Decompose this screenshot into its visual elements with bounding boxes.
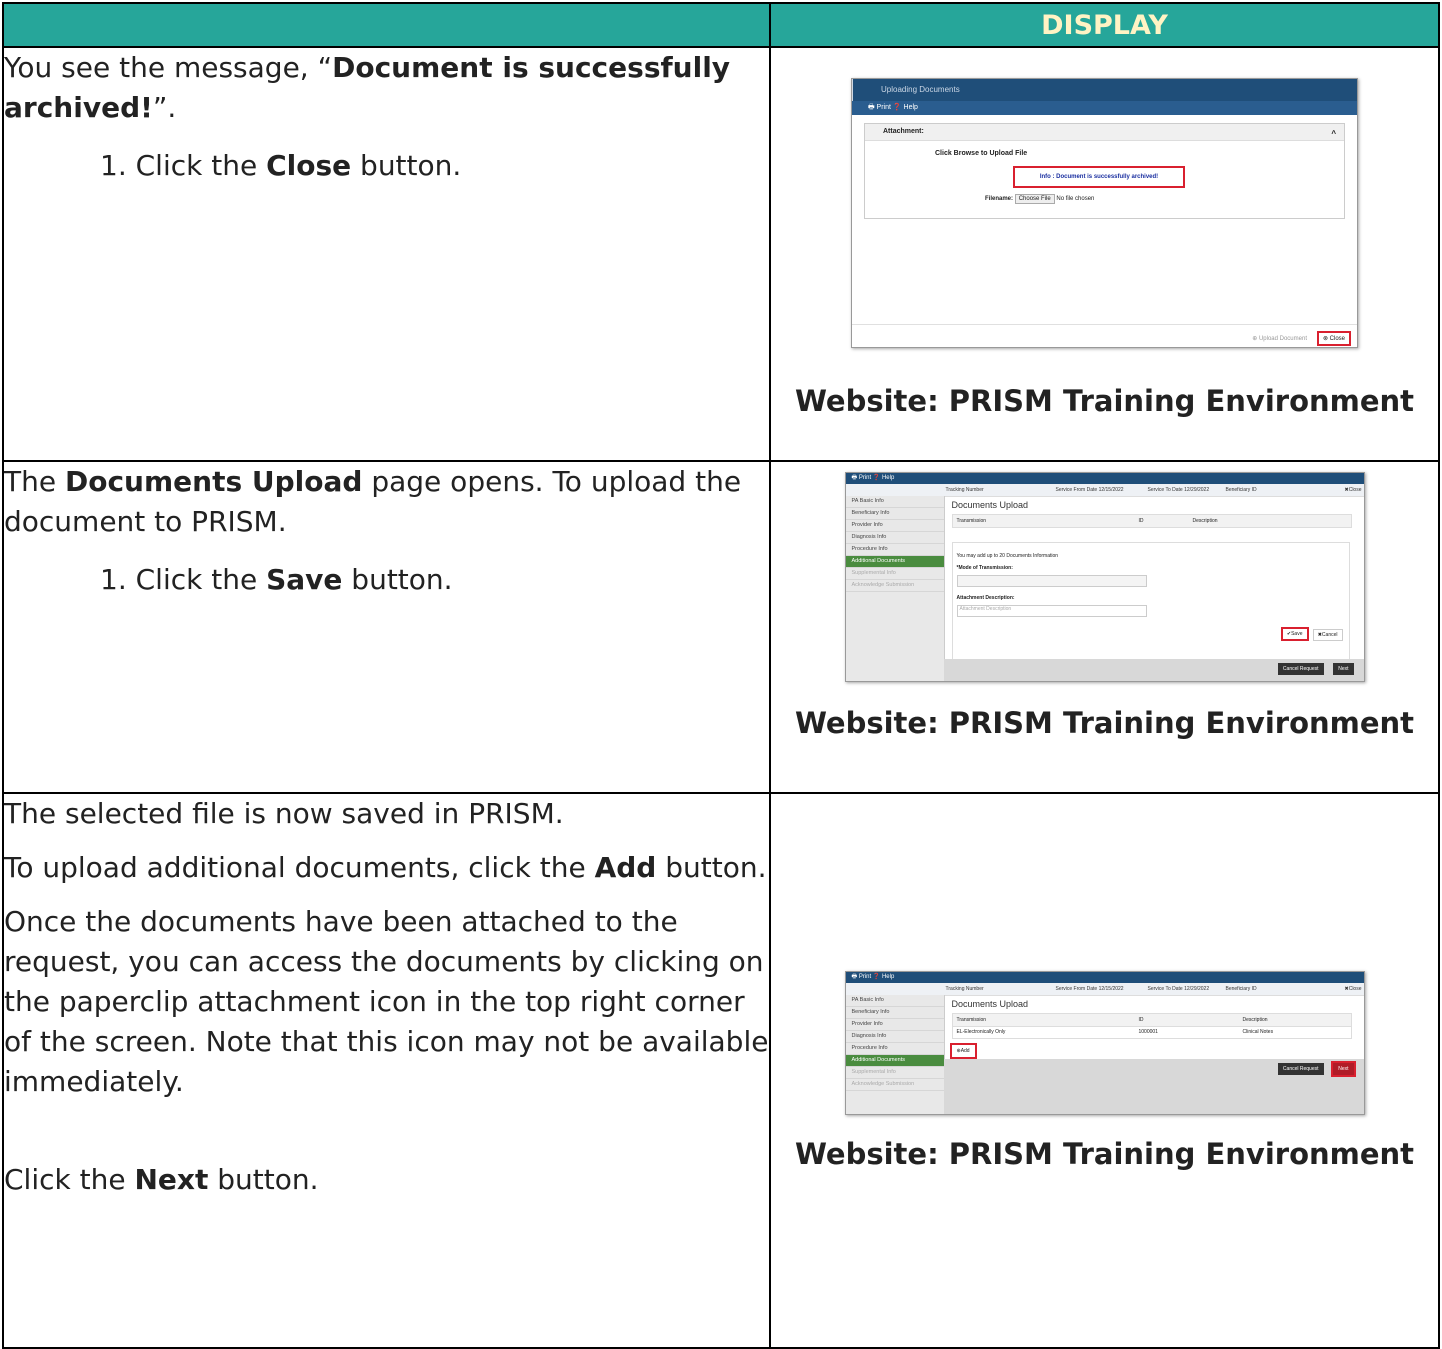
document-form: You may add up to 20 Documents Informati… [951, 542, 1350, 662]
choose-file-button: Choose File [1014, 194, 1055, 204]
row3-display: 🖶 Print ❓ Help Tracking Number Service F… [769, 792, 1440, 1349]
row3-text: The selected file is now saved in PRISM.… [2, 792, 771, 1349]
toolbar: 🖶 Print ❓ Help [852, 101, 1357, 115]
header-left-cell [2, 2, 771, 48]
row2-text: The Documents Upload page opens. To uplo… [2, 460, 771, 794]
screenshot-documents-upload: 🖶 Print ❓ Help Tracking Number Service F… [844, 472, 1365, 682]
upload-document-button: ⊕ Upload Document [1252, 336, 1307, 342]
row1-caption: Website: PRISM Training Environment [794, 384, 1415, 418]
cancel-button: ✖Cancel [1312, 629, 1343, 641]
next-button: Next [1331, 1060, 1356, 1077]
window-title: Uploading Documents [852, 79, 1357, 101]
attachment-panel: Attachment: ^ Click Browse to Upload File… [864, 123, 1345, 219]
save-button: ✔Save [1280, 627, 1309, 641]
row1-display: Uploading Documents 🖶 Print ❓ Help Attac… [769, 46, 1440, 462]
header-display: DISPLAY [769, 2, 1440, 48]
row2-caption: Website: PRISM Training Environment [794, 706, 1415, 740]
row1-text: You see the message, “Document is succes… [2, 46, 771, 462]
chevron-up-icon: ^ [1331, 129, 1336, 138]
side-nav: PA Basic Info Beneficiary Info Provider … [845, 496, 945, 681]
row2-display: 🖶 Print ❓ Help Tracking Number Service F… [769, 460, 1440, 794]
add-button: ⊕Add [949, 1042, 977, 1059]
screenshot-archived: Uploading Documents 🖶 Print ❓ Help Attac… [851, 78, 1358, 348]
row3-caption: Website: PRISM Training Environment [794, 1136, 1415, 1171]
screenshot-saved-documents: 🖶 Print ❓ Help Tracking Number Service F… [844, 970, 1365, 1115]
close-button: ⊗ Close [1316, 331, 1352, 346]
info-message: Info : Document is successfully archived… [1013, 166, 1185, 188]
